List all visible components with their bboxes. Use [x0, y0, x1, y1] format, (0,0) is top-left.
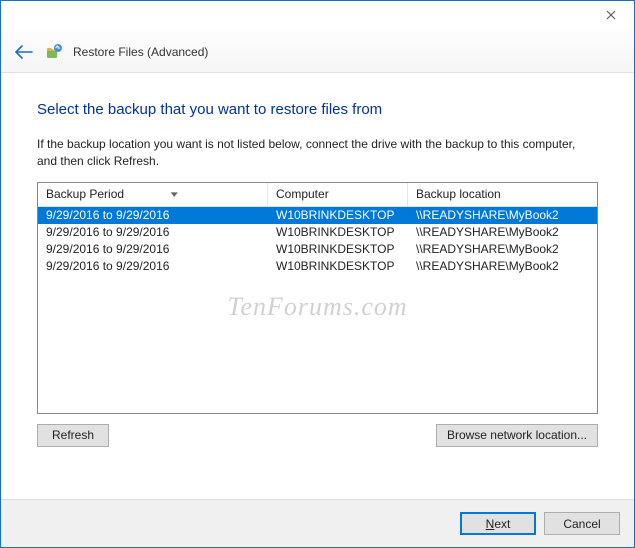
table-row[interactable]: 9/29/2016 to 9/29/2016W10BRINKDESKTOP\\R…: [38, 241, 597, 258]
cell-location: \\READYSHARE\MyBook2: [408, 208, 597, 222]
close-button[interactable]: [588, 1, 634, 29]
column-header-period[interactable]: Backup Period ▾: [38, 183, 268, 206]
column-header-computer-label: Computer: [276, 187, 329, 201]
close-icon: [606, 10, 616, 20]
cell-period: 9/29/2016 to 9/29/2016: [38, 208, 268, 222]
cell-computer: W10BRINKDESKTOP: [268, 208, 408, 222]
next-button[interactable]: Next: [460, 512, 536, 535]
list-header: Backup Period ▾ Computer Backup location: [38, 183, 597, 207]
cell-location: \\READYSHARE\MyBook2: [408, 242, 597, 256]
refresh-button[interactable]: Refresh: [37, 424, 109, 447]
table-row[interactable]: 9/29/2016 to 9/29/2016W10BRINKDESKTOP\\R…: [38, 258, 597, 275]
back-button[interactable]: [13, 41, 35, 63]
page-heading: Select the backup that you want to resto…: [37, 101, 598, 118]
sort-descending-icon: ▾: [171, 189, 178, 200]
back-arrow-icon: [15, 45, 33, 59]
instruction-text: If the backup location you want is not l…: [37, 136, 598, 170]
button-row: Refresh Browse network location...: [37, 424, 598, 447]
window-title: Restore Files (Advanced): [73, 45, 208, 59]
cancel-button[interactable]: Cancel: [544, 512, 620, 535]
header-bar: Restore Files (Advanced): [1, 31, 634, 73]
cell-period: 9/29/2016 to 9/29/2016: [38, 225, 268, 239]
browse-network-button[interactable]: Browse network location...: [436, 424, 598, 447]
column-header-location[interactable]: Backup location: [408, 183, 597, 206]
backup-list[interactable]: Backup Period ▾ Computer Backup location…: [37, 182, 598, 414]
cell-computer: W10BRINKDESKTOP: [268, 225, 408, 239]
column-header-period-label: Backup Period: [46, 187, 124, 201]
cell-location: \\READYSHARE\MyBook2: [408, 225, 597, 239]
cell-computer: W10BRINKDESKTOP: [268, 259, 408, 273]
cell-period: 9/29/2016 to 9/29/2016: [38, 242, 268, 256]
restore-files-icon: [45, 43, 63, 61]
titlebar: [1, 1, 634, 31]
column-header-location-label: Backup location: [416, 187, 501, 201]
cell-location: \\READYSHARE\MyBook2: [408, 259, 597, 273]
table-row[interactable]: 9/29/2016 to 9/29/2016W10BRINKDESKTOP\\R…: [38, 224, 597, 241]
cell-computer: W10BRINKDESKTOP: [268, 242, 408, 256]
footer-bar: Next Cancel: [1, 499, 634, 547]
column-header-computer[interactable]: Computer: [268, 183, 408, 206]
table-row[interactable]: 9/29/2016 to 9/29/2016W10BRINKDESKTOP\\R…: [38, 207, 597, 224]
content-area: Select the backup that you want to resto…: [1, 73, 634, 499]
cell-period: 9/29/2016 to 9/29/2016: [38, 259, 268, 273]
